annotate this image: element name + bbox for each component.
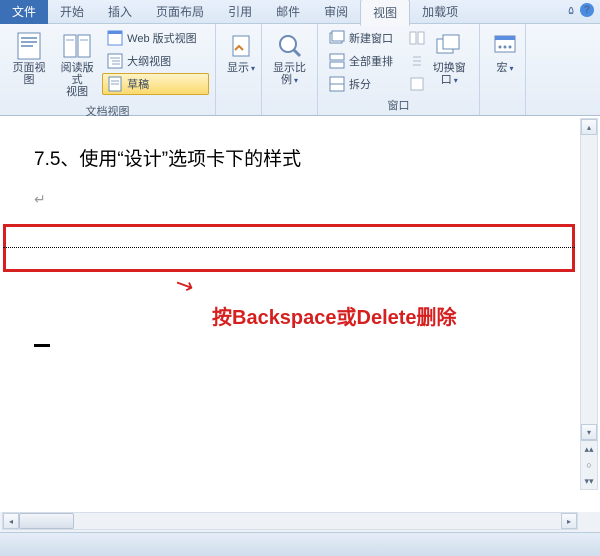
status-bar	[0, 532, 600, 556]
split-icon	[329, 76, 345, 92]
scroll-left-arrow[interactable]: ◂	[3, 513, 19, 529]
magnifier-icon	[274, 30, 306, 62]
paragraph-mark: ↵	[34, 191, 544, 208]
horizontal-scrollbar[interactable]: ◂ ▸	[2, 512, 578, 530]
page-view-icon	[13, 30, 45, 62]
show-button[interactable]: 显示▾	[222, 27, 260, 111]
scroll-up-arrow[interactable]: ▴	[581, 119, 597, 135]
new-window-icon	[329, 30, 345, 46]
scroll-thumb[interactable]	[19, 513, 74, 529]
tab-view[interactable]: 视图	[360, 0, 410, 26]
next-page-button[interactable]: ▾▾	[581, 473, 597, 489]
tab-insert[interactable]: 插入	[96, 0, 144, 24]
tab-page-layout[interactable]: 页面布局	[144, 0, 216, 24]
scroll-right-arrow[interactable]: ▸	[561, 513, 577, 529]
new-window-button[interactable]: 新建窗口	[324, 27, 402, 49]
menu-tabs: 文件 开始 插入 页面布局 引用 邮件 审阅 视图 加载项 ۵ ?	[0, 0, 600, 24]
help-icon[interactable]: ?	[580, 3, 594, 17]
tab-addins[interactable]: 加载项	[410, 0, 470, 24]
show-icon	[225, 30, 257, 62]
switch-windows-icon	[433, 30, 465, 62]
macros-button[interactable]: 宏▾	[486, 27, 524, 111]
web-view-button[interactable]: Web 版式视图	[102, 27, 209, 49]
outline-view-button[interactable]: 大纲视图	[102, 50, 209, 72]
heading-text: 7.5、使用“设计”选项卡下的样式	[34, 144, 544, 171]
browse-object-button[interactable]: ○	[581, 457, 597, 473]
reading-view-button[interactable]: 阅读版式 视图	[54, 27, 100, 101]
text-cursor	[34, 344, 50, 347]
web-icon	[107, 30, 123, 46]
dotted-separator	[3, 247, 575, 248]
sync-scroll-icon	[409, 53, 425, 69]
outline-icon	[107, 53, 123, 69]
tab-review[interactable]: 审阅	[312, 0, 360, 24]
annotation-text: 按Backspace或Delete删除	[212, 301, 457, 330]
scroll-track[interactable]	[581, 135, 597, 424]
draft-view-button[interactable]: 草稿	[102, 73, 209, 95]
group-label-window: 窗口	[324, 95, 473, 115]
arrange-icon	[329, 53, 345, 69]
vertical-scrollbar[interactable]: ▴ ▾ ▴▴ ○ ▾▾	[580, 118, 598, 490]
tab-file[interactable]: 文件	[0, 0, 48, 24]
tab-mailings[interactable]: 邮件	[264, 0, 312, 24]
annotation-highlight-box	[3, 224, 575, 272]
minimize-ribbon-icon[interactable]: ۵	[568, 4, 574, 17]
tab-references[interactable]: 引用	[216, 0, 264, 24]
side-by-side-icon	[409, 30, 425, 46]
reset-window-icon	[409, 76, 425, 92]
scroll-down-arrow[interactable]: ▾	[581, 424, 597, 440]
split-button[interactable]: 拆分	[324, 73, 402, 95]
sync-scroll-button[interactable]	[404, 50, 424, 72]
tab-home[interactable]: 开始	[48, 0, 96, 24]
ribbon: 页面视图 阅读版式 视图 Web 版式视图 大纲视图 草稿 文档视图 显示▾	[0, 24, 600, 116]
page-view-button[interactable]: 页面视图	[6, 27, 52, 101]
book-icon	[61, 30, 93, 62]
zoom-button[interactable]: 显示比例▾	[268, 27, 311, 111]
macros-icon	[489, 30, 521, 62]
document-area: 7.5、使用“设计”选项卡下的样式 ↵ ↵ ↘ 按Backspace或Delet…	[0, 116, 600, 512]
arrange-all-button[interactable]: 全部重排	[324, 50, 402, 72]
switch-windows-button[interactable]: 切换窗口▾	[426, 27, 473, 95]
reset-position-button[interactable]	[404, 73, 424, 95]
view-side-by-side-button[interactable]	[404, 27, 424, 49]
draft-icon	[107, 76, 123, 92]
prev-page-button[interactable]: ▴▴	[581, 441, 597, 457]
